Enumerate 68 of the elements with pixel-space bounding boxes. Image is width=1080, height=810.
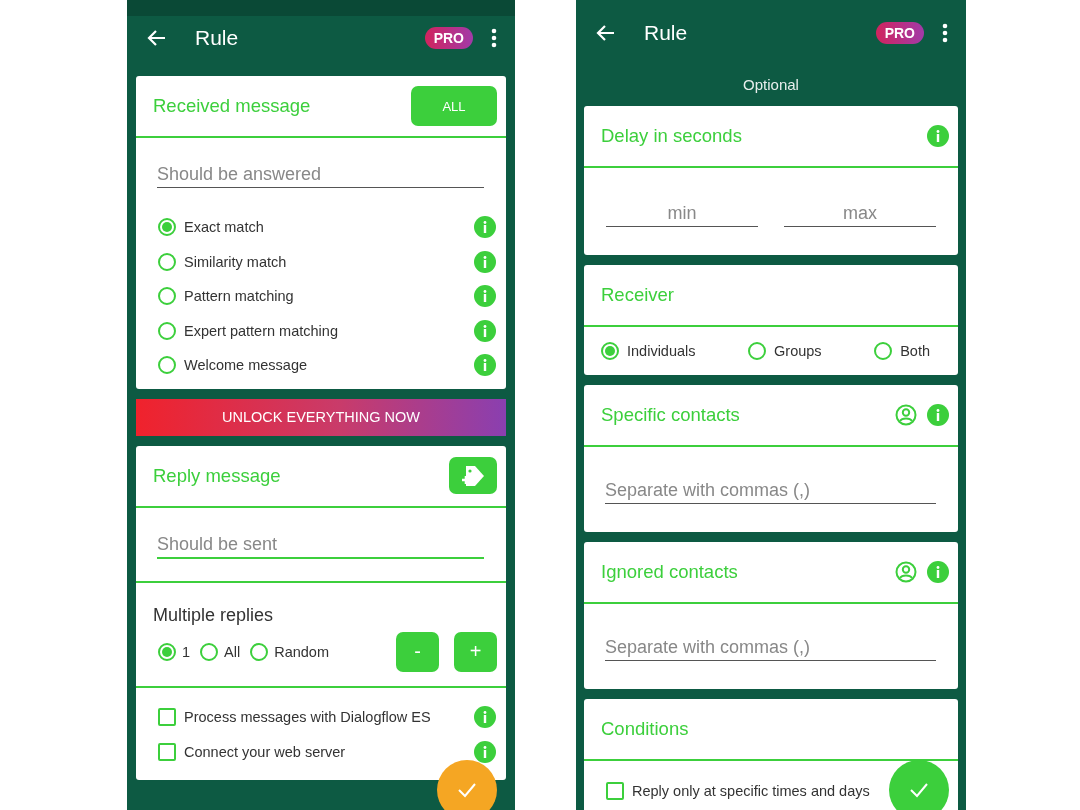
text-input-field[interactable]: Separate with commas (,) xyxy=(605,476,936,504)
section-label: Optional xyxy=(742,75,800,95)
radio-label: Both xyxy=(900,343,930,359)
back-arrow-icon[interactable] xyxy=(596,23,616,43)
info-icon[interactable] xyxy=(474,706,496,728)
radio-button[interactable] xyxy=(158,642,176,661)
radio-label: Individuals xyxy=(627,343,696,359)
checkbox[interactable] xyxy=(158,743,176,761)
radio-button[interactable] xyxy=(200,642,219,661)
radio-label: Welcome message xyxy=(184,357,308,374)
radio-label: Similarity match xyxy=(184,253,287,270)
card-title: Ignored contacts xyxy=(601,561,739,583)
info-icon[interactable] xyxy=(474,250,496,273)
card-title: Delay in seconds xyxy=(601,125,743,147)
info-icon[interactable] xyxy=(474,216,496,239)
contact-icon[interactable] xyxy=(895,561,917,583)
screen-title: Rule xyxy=(195,26,240,50)
radio-button[interactable] xyxy=(158,218,176,237)
checkbox[interactable] xyxy=(606,781,624,800)
radio-button[interactable] xyxy=(601,342,619,360)
card-title: Received message xyxy=(153,95,312,117)
radio-label: Random xyxy=(274,643,329,660)
radio-button[interactable] xyxy=(158,356,176,375)
radio-button[interactable] xyxy=(158,287,176,306)
info-icon[interactable] xyxy=(474,354,496,377)
check-icon xyxy=(457,782,477,798)
radio-button[interactable] xyxy=(158,252,176,271)
checkbox-label: Process messages with Dialogflow ES xyxy=(184,709,431,725)
back-arrow-icon[interactable] xyxy=(147,28,167,48)
radio-label: Exact match xyxy=(184,219,264,236)
number-input-field[interactable]: min xyxy=(606,199,758,227)
check-icon xyxy=(909,782,929,798)
radio-label: Pattern matching xyxy=(184,288,294,305)
radio-button[interactable] xyxy=(250,642,269,661)
pro-badge[interactable]: PRO xyxy=(875,22,924,44)
text-input-field[interactable]: Separate with commas (,) xyxy=(605,633,936,661)
radio-label: All xyxy=(224,643,241,660)
info-icon[interactable] xyxy=(927,404,949,426)
card-title: Receiver xyxy=(601,284,675,306)
checkbox[interactable] xyxy=(158,708,176,726)
unlock-banner[interactable]: UNLOCK EVERYTHING NOW xyxy=(136,398,506,436)
info-icon[interactable] xyxy=(474,741,496,763)
contact-icon[interactable] xyxy=(895,404,917,426)
radio-label: Groups xyxy=(774,343,822,359)
radio-label: Expert pattern matching xyxy=(184,322,338,339)
info-icon[interactable] xyxy=(474,285,496,308)
card-title: Specific contacts xyxy=(601,404,741,426)
card-title: Conditions xyxy=(601,718,690,740)
card-title: Reply message xyxy=(153,464,282,487)
section-subheading: Multiple replies xyxy=(152,603,275,627)
checkbox-label: Reply only at specific times and days xyxy=(632,782,870,799)
info-icon[interactable] xyxy=(474,319,496,342)
more-options-icon[interactable] xyxy=(491,28,497,48)
radio-button[interactable] xyxy=(748,342,767,360)
add-tag-button[interactable] xyxy=(449,457,497,494)
radio-button[interactable] xyxy=(874,342,893,360)
radio-button[interactable] xyxy=(158,321,176,340)
number-input-field[interactable]: max xyxy=(784,199,936,227)
screen-title: Rule xyxy=(644,21,689,45)
pro-badge[interactable]: PRO xyxy=(424,27,473,49)
text-input-field[interactable]: Should be answered xyxy=(157,160,484,188)
more-options-icon[interactable] xyxy=(942,23,948,43)
text-input-field[interactable]: Should be sent xyxy=(157,529,484,559)
info-icon[interactable] xyxy=(927,125,949,147)
checkbox-label: Connect your web server xyxy=(184,744,346,760)
info-icon[interactable] xyxy=(927,561,949,583)
radio-label: 1 xyxy=(182,643,191,660)
tag-plus-icon xyxy=(460,463,486,488)
